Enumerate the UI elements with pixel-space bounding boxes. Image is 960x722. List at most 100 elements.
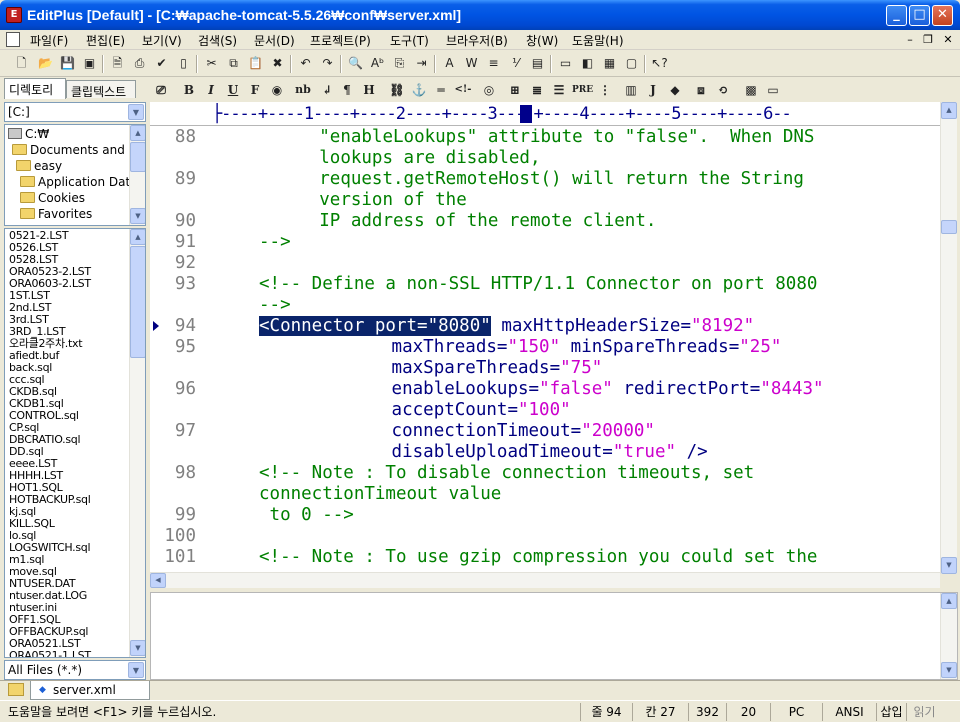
scroll-up-icon[interactable]: ▲ xyxy=(941,102,957,119)
ordered-list-icon[interactable]: ⋮ xyxy=(596,80,614,100)
clip-icon[interactable]: ⧈ xyxy=(692,80,710,100)
menu-search[interactable]: 검색(S) xyxy=(198,32,237,49)
link-icon[interactable]: ⛓ xyxy=(388,80,406,100)
italic-button[interactable]: I xyxy=(202,80,220,100)
pre-button[interactable]: PRE xyxy=(572,80,593,100)
menu-edit[interactable]: 편집(E) xyxy=(86,32,125,49)
save-icon[interactable]: 💾 xyxy=(58,54,77,73)
mdi-close-button[interactable]: ✕ xyxy=(940,33,956,47)
menu-file[interactable]: 파일(F) xyxy=(30,32,68,49)
menu-help[interactable]: 도움말(H) xyxy=(572,32,624,49)
file-list-item[interactable]: ORA0521-1.LST xyxy=(9,650,91,658)
color-picker-icon[interactable]: ◆ xyxy=(666,80,684,100)
font-icon[interactable]: A xyxy=(440,54,459,73)
output-window[interactable]: ▲ ▼ xyxy=(150,592,958,680)
horizontal-rule-icon[interactable]: ═ xyxy=(432,80,450,100)
mdi-restore-button[interactable]: ❐ xyxy=(920,33,936,47)
scroll-thumb[interactable] xyxy=(130,142,145,172)
css-icon[interactable]: ▩ xyxy=(742,80,760,100)
scroll-thumb[interactable] xyxy=(941,220,957,234)
scroll-down-icon[interactable]: ▼ xyxy=(941,557,957,574)
browser-preview-icon[interactable]: ⎚ xyxy=(152,80,170,100)
screen-icon[interactable]: ▤ xyxy=(528,54,547,73)
menu-document[interactable]: 문서(D) xyxy=(254,32,295,49)
menu-browser[interactable]: 브라우저(B) xyxy=(446,32,508,49)
menu-window[interactable]: 창(W) xyxy=(526,32,558,49)
output-scrollbar[interactable]: ▲ ▼ xyxy=(940,593,957,679)
editor-scrollbar[interactable]: ▲ ▼ xyxy=(940,102,957,574)
chevron-down-icon[interactable]: ▼ xyxy=(128,662,144,678)
find-in-files-icon[interactable]: ⎘ xyxy=(390,54,409,73)
paste-icon[interactable]: 📋 xyxy=(246,54,265,73)
cut-icon[interactable]: ✂ xyxy=(202,54,221,73)
scroll-thumb[interactable] xyxy=(130,246,145,358)
print-icon[interactable]: ⎙ xyxy=(130,54,149,73)
scroll-left-icon[interactable]: ◀ xyxy=(150,573,166,588)
new-file-icon[interactable]: 🗋 xyxy=(12,54,31,73)
anchor-icon[interactable]: ⚓ xyxy=(410,80,428,100)
context-help-icon[interactable]: ↖? xyxy=(650,54,669,73)
color-icon[interactable]: ◉ xyxy=(268,80,286,100)
menu-tools[interactable]: 도구(T) xyxy=(390,32,429,49)
underline-button[interactable]: U xyxy=(224,80,242,100)
status-encoding[interactable]: ANSI xyxy=(822,703,876,721)
chevron-down-icon[interactable]: ▼ xyxy=(128,104,144,120)
close-button[interactable]: ✕ xyxy=(932,5,953,26)
font-tag-button[interactable]: F xyxy=(246,80,264,100)
replace-icon[interactable]: Aᵇ xyxy=(368,54,387,73)
comment-icon[interactable]: <!- xyxy=(454,80,472,100)
mdi-minimize-button[interactable]: – xyxy=(902,33,918,47)
directory-window-icon[interactable]: ◧ xyxy=(578,54,597,73)
open-folder-icon[interactable]: 📂 xyxy=(36,54,55,73)
tab-directory[interactable]: 디렉토리 xyxy=(4,78,66,99)
tree-item[interactable]: Cookies xyxy=(20,190,85,206)
save-all-icon[interactable]: ▣ xyxy=(80,54,99,73)
editor-hscrollbar[interactable]: ◀ xyxy=(150,572,940,588)
tag-icon[interactable]: ⟲ xyxy=(714,80,732,100)
editplus-app-icon[interactable]: E xyxy=(6,7,22,23)
spell-check-icon[interactable]: ✔ xyxy=(152,54,171,73)
paragraph-icon[interactable]: ¶ xyxy=(338,80,356,100)
scroll-up-icon[interactable]: ▲ xyxy=(130,229,145,245)
document-tab-server-xml[interactable]: ◆ server.xml xyxy=(30,681,150,700)
word-wrap-icon[interactable]: W xyxy=(462,54,481,73)
tree-item[interactable]: Favorites xyxy=(20,206,92,222)
tree-scrollbar[interactable]: ▲ ▼ xyxy=(129,125,145,225)
maximize-button[interactable]: □ xyxy=(909,5,930,26)
copy-icon[interactable]: ⧉ xyxy=(224,54,243,73)
image-icon[interactable]: ◎ xyxy=(480,80,498,100)
list-icon[interactable]: ☰ xyxy=(550,80,568,100)
goto-icon[interactable]: ⇥ xyxy=(412,54,431,73)
page-icon[interactable]: ▯ xyxy=(174,54,193,73)
bold-button[interactable]: B xyxy=(180,80,198,100)
heading-button[interactable]: H xyxy=(360,80,378,100)
file-filter-select[interactable]: All Files (*.*) ▼ xyxy=(4,660,146,680)
drive-select[interactable]: [C:] ▼ xyxy=(4,102,146,122)
frame-icon[interactable]: ▭ xyxy=(764,80,782,100)
document-icon[interactable] xyxy=(6,32,20,47)
cliptext-icon[interactable]: ▢ xyxy=(622,54,641,73)
scroll-down-icon[interactable]: ▼ xyxy=(130,208,145,224)
center-icon[interactable]: ≣ xyxy=(528,80,546,100)
nbsp-button[interactable]: nb xyxy=(294,80,312,100)
minimize-button[interactable]: _ xyxy=(886,5,907,26)
status-line-ending[interactable]: PC xyxy=(770,703,822,721)
tab-cliptext[interactable]: 클립텍스트 xyxy=(66,80,136,99)
form-icon[interactable]: ▥ xyxy=(622,80,640,100)
line-number-icon[interactable]: ⅟ xyxy=(506,54,525,73)
menu-view[interactable]: 보기(V) xyxy=(142,32,182,49)
table-icon[interactable]: ⊞ xyxy=(506,80,524,100)
find-icon[interactable]: 🔍 xyxy=(346,54,365,73)
ruler-icon[interactable]: ≡ xyxy=(484,54,503,73)
undo-icon[interactable]: ↶ xyxy=(296,54,315,73)
code-editor[interactable]: 88 "enableLookups" attribute to "false". … xyxy=(150,126,940,574)
line-break-icon[interactable]: ↲ xyxy=(318,80,336,100)
tree-item[interactable]: Application Data xyxy=(20,174,138,190)
scroll-down-icon[interactable]: ▼ xyxy=(130,640,145,656)
tree-item[interactable]: easy xyxy=(16,158,62,174)
menu-project[interactable]: 프로젝트(P) xyxy=(310,32,371,49)
tree-item[interactable]: Documents and S xyxy=(12,142,136,158)
print-preview-icon[interactable]: 🗎 xyxy=(108,54,127,73)
scroll-down-icon[interactable]: ▼ xyxy=(941,662,957,678)
output-window-icon[interactable]: ▦ xyxy=(600,54,619,73)
